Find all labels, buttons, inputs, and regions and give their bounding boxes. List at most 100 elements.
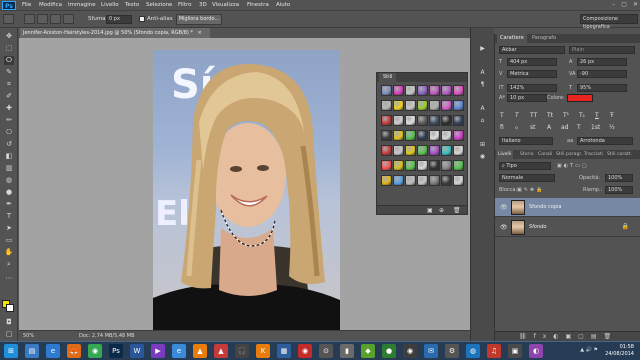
style-swatch[interactable]: [393, 100, 404, 111]
taskbar-app-icon[interactable]: ▲: [193, 344, 207, 358]
path-selection-tool-icon[interactable]: ➤: [4, 224, 14, 233]
document-image[interactable]: Sí El: [153, 50, 340, 330]
taskbar-app-icon[interactable]: 🦊: [67, 344, 81, 358]
eraser-tool-icon[interactable]: ◧: [4, 152, 14, 161]
taskbar-app-icon[interactable]: ⊙: [319, 344, 333, 358]
layer-row-sfondo-copia[interactable]: 👁 Sfondo copia: [495, 198, 640, 217]
play-icon[interactable]: ▶: [477, 44, 488, 53]
style-swatch[interactable]: [429, 160, 440, 171]
visibility-eye-icon[interactable]: 👁: [500, 204, 508, 211]
subtract-selection-icon[interactable]: [50, 14, 61, 24]
brush-tool-icon[interactable]: ✏: [4, 116, 14, 125]
refine-edge-button[interactable]: Migliora bordo...: [176, 14, 222, 25]
taskbar-app-icon[interactable]: 🎧: [235, 344, 249, 358]
style-swatch[interactable]: [405, 100, 416, 111]
styles-tab[interactable]: Stili: [379, 73, 397, 82]
history-brush-tool-icon[interactable]: ↺: [4, 140, 14, 149]
visibility-eye-icon[interactable]: 👁: [500, 224, 508, 231]
taskbar-app-icon[interactable]: ▦: [277, 344, 291, 358]
system-clock[interactable]: 01:58 24/08/2014: [605, 344, 634, 358]
style-swatch[interactable]: [381, 115, 392, 126]
lock-icons[interactable]: ▣✎✥🔒: [517, 187, 544, 193]
menu-immagine[interactable]: Immagine: [68, 2, 96, 8]
menu-filtro[interactable]: Filtro: [178, 2, 191, 8]
format-allcaps-icon[interactable]: TT: [530, 112, 537, 119]
style-swatch[interactable]: [429, 100, 440, 111]
taskbar-app-icon[interactable]: ◉: [88, 344, 102, 358]
style-swatch[interactable]: [441, 85, 452, 96]
new-style-icon[interactable]: ⊕: [439, 207, 444, 214]
menu-testo[interactable]: Testo: [125, 2, 139, 8]
character-icon[interactable]: A: [477, 68, 488, 77]
crop-tool-icon[interactable]: ⌗: [4, 80, 14, 89]
taskbar-app-icon[interactable]: ▶: [151, 344, 165, 358]
paragraph-style-icon[interactable]: ⌂: [477, 116, 488, 125]
zoom-tool-icon[interactable]: ⌕: [4, 260, 14, 269]
taskbar-app-icon[interactable]: ⚙: [445, 344, 459, 358]
extra-tools-icon[interactable]: ⋯: [4, 274, 14, 283]
glyphs-icon[interactable]: ⊞: [477, 140, 488, 149]
close-icon[interactable]: ✕: [633, 1, 638, 8]
tab-close-icon[interactable]: ×: [198, 30, 202, 36]
language-select[interactable]: Italiano: [499, 137, 553, 145]
character-style-icon[interactable]: A: [477, 104, 488, 113]
tab-canali[interactable]: Canali: [536, 150, 554, 159]
baseline-field[interactable]: 10 px: [507, 94, 547, 102]
add-to-selection-icon[interactable]: [37, 14, 48, 24]
style-swatch[interactable]: [453, 145, 464, 156]
zoom-level[interactable]: 50%: [23, 333, 34, 339]
photoshop-logo[interactable]: Ps: [2, 1, 16, 10]
tab-livelli[interactable]: Livelli: [496, 150, 514, 159]
style-swatch[interactable]: [429, 85, 440, 96]
opentype-contextual-icon[interactable]: ℴ: [515, 124, 518, 131]
style-swatch[interactable]: [381, 85, 392, 96]
lasso-tool-icon[interactable]: ⵔ: [4, 56, 14, 65]
quick-mask-icon[interactable]: ◘: [4, 318, 14, 327]
screen-mode-icon[interactable]: ▢: [4, 330, 14, 339]
antialias-checkbox[interactable]: [139, 16, 145, 22]
feather-input[interactable]: 0 px: [106, 15, 132, 24]
blend-mode-select[interactable]: Normale: [499, 174, 555, 182]
style-swatch[interactable]: [417, 175, 428, 186]
menu-aiuto[interactable]: Aiuto: [276, 2, 290, 8]
opentype-ligature-icon[interactable]: fi: [500, 124, 504, 131]
text-color-swatch[interactable]: [567, 94, 593, 102]
style-swatch[interactable]: [417, 115, 428, 126]
font-style-select[interactable]: Plain: [569, 46, 635, 54]
taskbar-app-icon[interactable]: ▣: [508, 344, 522, 358]
opentype-stylistic-icon[interactable]: ad: [561, 124, 569, 131]
clear-style-icon[interactable]: ▣: [427, 207, 433, 214]
maximize-icon[interactable]: ▢: [621, 1, 627, 8]
style-swatch[interactable]: [453, 175, 464, 186]
antialias-mode-select[interactable]: Arrotonda: [577, 137, 633, 145]
style-swatch[interactable]: [381, 175, 392, 186]
taskbar-app-icon[interactable]: Ps: [109, 344, 123, 358]
hand-tool-icon[interactable]: ✋: [4, 248, 14, 257]
style-swatch[interactable]: [381, 145, 392, 156]
menu-3d[interactable]: 3D: [199, 2, 207, 8]
system-tray-icons[interactable]: ▲ 🔊 ⚑: [580, 347, 598, 353]
style-swatch[interactable]: [429, 175, 440, 186]
tracking-field[interactable]: -90: [577, 70, 627, 78]
style-swatch[interactable]: [405, 85, 416, 96]
taskbar-app-icon[interactable]: ▤: [25, 344, 39, 358]
document-tab[interactable]: Jennifer-Aniston-Hairstyles-2014.jpg @ 5…: [20, 28, 210, 38]
intersect-selection-icon[interactable]: [63, 14, 74, 24]
style-swatch[interactable]: [429, 145, 440, 156]
eyedropper-tool-icon[interactable]: ✐: [4, 92, 14, 101]
gradient-tool-icon[interactable]: ▥: [4, 164, 14, 173]
taskbar-app-icon[interactable]: e: [172, 344, 186, 358]
taskbar-app-icon[interactable]: ♫: [487, 344, 501, 358]
style-swatch[interactable]: [405, 115, 416, 126]
taskbar-app-icon[interactable]: ●: [382, 344, 396, 358]
style-swatch[interactable]: [417, 160, 428, 171]
layer-filter-select[interactable]: ⌕ Tipo: [499, 162, 551, 170]
style-swatch[interactable]: [393, 115, 404, 126]
menu-visualizza[interactable]: Visualizza: [212, 2, 239, 8]
pen-tool-icon[interactable]: ✒: [4, 200, 14, 209]
blur-tool-icon[interactable]: ◍: [4, 176, 14, 185]
tab-paragrafo[interactable]: Paragrafo: [529, 34, 559, 43]
style-swatch[interactable]: [453, 100, 464, 111]
taskbar-app-icon[interactable]: ◍: [466, 344, 480, 358]
new-selection-icon[interactable]: [24, 14, 35, 24]
